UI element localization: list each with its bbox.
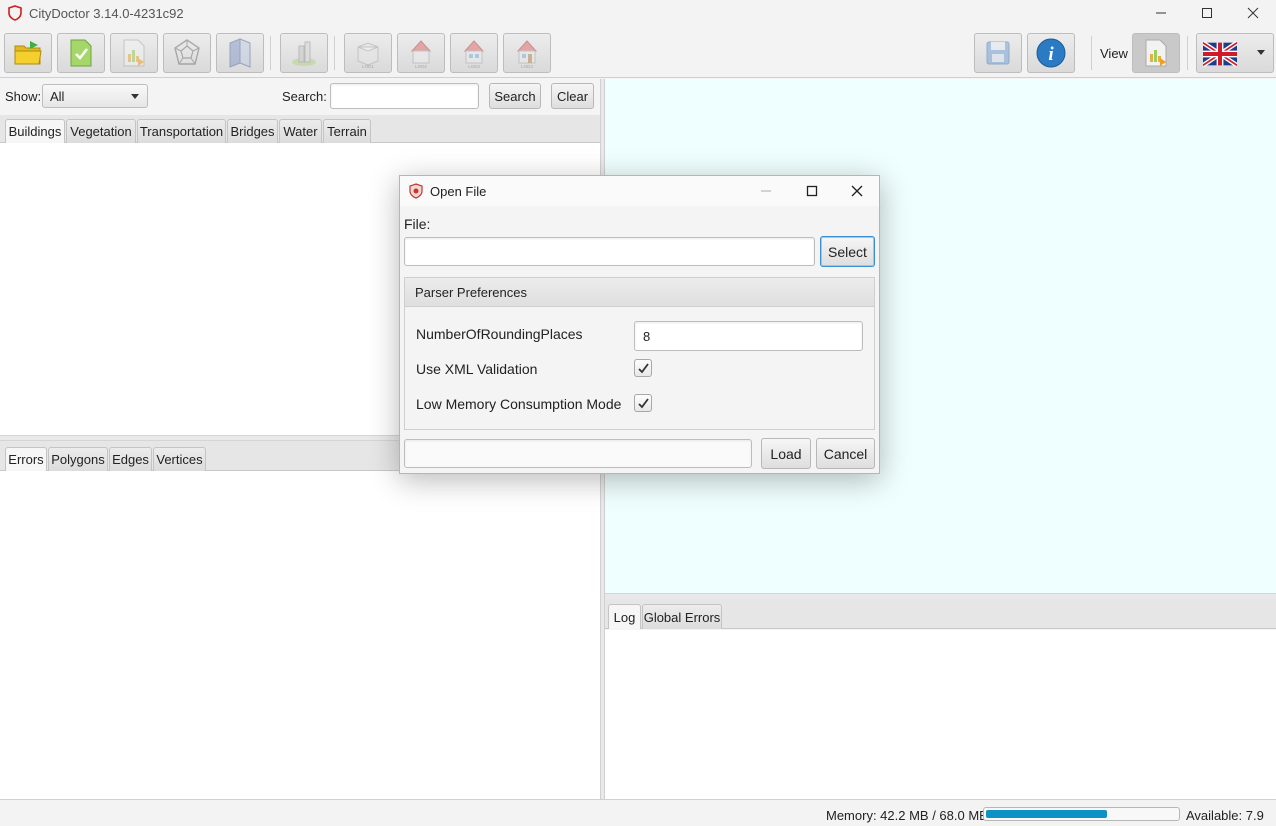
language-selector[interactable] <box>1196 33 1274 73</box>
toolbar-separator <box>270 36 271 70</box>
parser-preferences: Parser Preferences NumberOfRoundingPlace… <box>404 277 875 430</box>
open-folder-icon <box>14 41 42 65</box>
report-icon <box>123 39 145 67</box>
tab-terrain[interactable]: Terrain <box>323 119 371 143</box>
memory-progress <box>983 807 1180 821</box>
low-memory-label: Low Memory Consumption Mode <box>416 396 622 412</box>
cancel-button[interactable]: Cancel <box>816 438 875 469</box>
search-input[interactable] <box>330 83 479 109</box>
app-shield-icon <box>8 5 22 21</box>
polyhedron-icon <box>174 39 200 65</box>
show-label: Show: <box>5 89 42 104</box>
file-path-input[interactable] <box>404 237 815 266</box>
planes-button[interactable] <box>216 33 264 73</box>
city-icon <box>292 41 316 66</box>
load-button[interactable]: Load <box>761 438 811 469</box>
polyhedron-button[interactable] <box>163 33 211 73</box>
lod2-label: LOD2 <box>415 64 427 69</box>
load-status-field <box>404 439 752 468</box>
view-label: View <box>1100 46 1128 61</box>
tab-bridges[interactable]: Bridges <box>227 119 278 143</box>
lod1-icon: LOD1 <box>357 42 379 69</box>
tab-water[interactable]: Water <box>279 119 322 143</box>
open-file-dialog: Open File File: Select Parser Preference… <box>399 175 880 474</box>
window-title: CityDoctor 3.14.0-4231c92 <box>29 5 184 21</box>
report-icon <box>1145 39 1167 67</box>
file-label: File: <box>404 216 431 232</box>
app-shield-icon <box>409 183 423 199</box>
open-file-button[interactable] <box>4 33 52 73</box>
info-button[interactable]: i <box>1027 33 1075 73</box>
show-value: All <box>50 89 65 104</box>
log-tabbar: Log Global Errors <box>605 599 1276 629</box>
maximize-icon[interactable] <box>1184 0 1230 26</box>
select-button[interactable]: Select <box>820 236 875 267</box>
toolbar-separator <box>1187 36 1188 70</box>
lod4-label: LOD4 <box>521 64 533 69</box>
tab-edges[interactable]: Edges <box>109 447 152 471</box>
parser-preferences-title: Parser Preferences <box>405 278 874 307</box>
toolbar-separator <box>1091 36 1092 70</box>
tab-polygons[interactable]: Polygons <box>48 447 108 471</box>
report-button[interactable] <box>110 33 158 73</box>
lod1-button[interactable]: LOD1 <box>344 33 392 73</box>
check-document-icon <box>70 39 92 67</box>
save-icon <box>986 41 1010 65</box>
available-text: Available: 7.9 GB <box>1186 808 1264 826</box>
low-memory-checkbox[interactable] <box>634 394 652 412</box>
tab-buildings[interactable]: Buildings <box>5 119 65 143</box>
filter-bar: Show: All Search: Search Clear <box>0 79 600 115</box>
view-report-button[interactable] <box>1132 33 1180 73</box>
search-label: Search: <box>282 89 327 104</box>
clear-button[interactable]: Clear <box>551 83 594 109</box>
uk-flag-icon <box>1203 40 1237 68</box>
toolbar-separator <box>334 36 335 70</box>
toolbar: LOD1 LOD2 LOD3 LOD4 i View <box>0 26 1276 78</box>
dialog-title: Open File <box>430 183 487 199</box>
tab-log[interactable]: Log <box>608 604 641 629</box>
chevron-down-icon <box>131 94 139 99</box>
check-icon <box>637 397 649 408</box>
lod2-button[interactable]: LOD2 <box>397 33 445 73</box>
tab-errors[interactable]: Errors <box>5 447 47 471</box>
svg-text:i: i <box>1048 44 1054 65</box>
check-button[interactable] <box>57 33 105 73</box>
lod4-button[interactable]: LOD4 <box>503 33 551 73</box>
xml-validation-label: Use XML Validation <box>416 361 538 377</box>
xml-validation-checkbox[interactable] <box>634 359 652 377</box>
close-icon[interactable] <box>1230 0 1276 26</box>
status-bar: Memory: 42.2 MB / 68.0 MB Available: 7.9… <box>0 799 1276 826</box>
lod2-icon: LOD2 <box>410 40 432 69</box>
search-button[interactable]: Search <box>489 83 541 109</box>
lod1-label: LOD1 <box>362 64 374 69</box>
lod3-button[interactable]: LOD3 <box>450 33 498 73</box>
tab-vertices[interactable]: Vertices <box>153 447 206 471</box>
planes-icon <box>229 38 251 68</box>
maximize-icon[interactable] <box>789 176 835 206</box>
log-area[interactable] <box>605 630 1276 799</box>
memory-text: Memory: 42.2 MB / 68.0 MB <box>826 808 988 823</box>
tab-vegetation[interactable]: Vegetation <box>66 119 136 143</box>
errors-list[interactable] <box>0 471 600 799</box>
chevron-down-icon <box>1257 50 1265 55</box>
rounding-label: NumberOfRoundingPlaces <box>416 326 583 342</box>
city-button[interactable] <box>280 33 328 73</box>
tab-transportation[interactable]: Transportation <box>137 119 226 143</box>
memory-progress-fill <box>986 810 1107 818</box>
close-icon[interactable] <box>834 176 880 206</box>
feature-tabbar: Buildings Vegetation Transportation Brid… <box>0 115 600 143</box>
minimize-icon[interactable] <box>1138 0 1184 26</box>
title-bar: CityDoctor 3.14.0-4231c92 <box>0 0 1276 26</box>
show-combo[interactable]: All <box>42 84 148 108</box>
dialog-title-bar: Open File <box>400 176 879 206</box>
minimize-icon[interactable] <box>743 176 789 206</box>
rounding-places-input[interactable]: 8 <box>634 321 863 351</box>
lod3-icon: LOD3 <box>463 40 485 69</box>
info-icon: i <box>1036 38 1066 68</box>
tab-global-errors[interactable]: Global Errors <box>642 604 722 629</box>
lod3-label: LOD3 <box>468 64 480 69</box>
lod4-icon: LOD4 <box>516 40 538 69</box>
save-button[interactable] <box>974 33 1022 73</box>
check-icon <box>637 362 649 373</box>
